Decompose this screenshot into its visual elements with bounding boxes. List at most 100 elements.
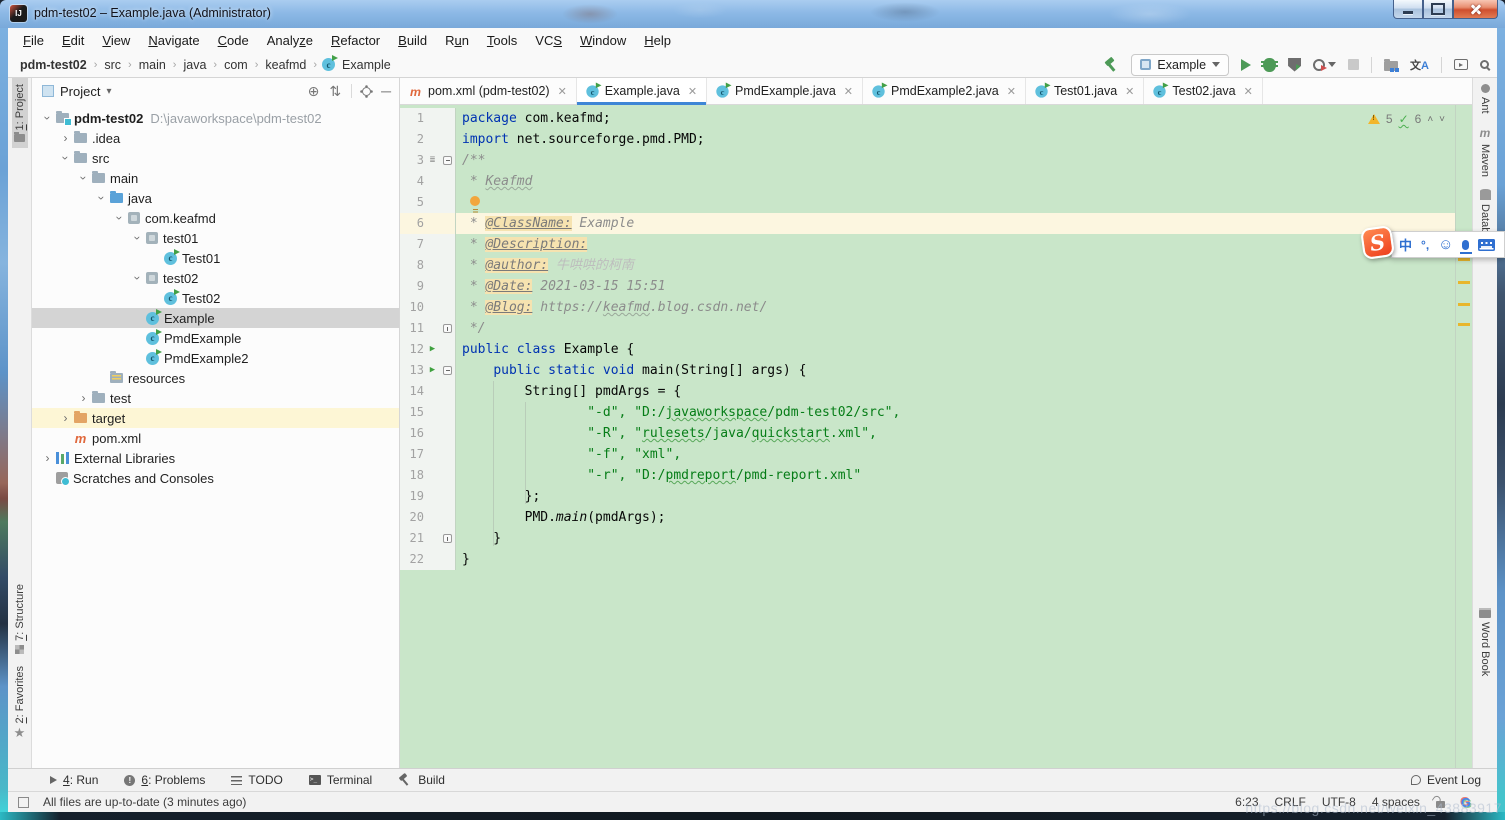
- ime-emoji-icon[interactable]: ☺: [1438, 236, 1453, 253]
- tool-stripe-word-book[interactable]: Word Book: [1477, 602, 1493, 682]
- fold-end-icon[interactable]: [441, 534, 454, 543]
- code-text[interactable]: * @Blog: https://keafmd.blog.csdn.net/: [456, 297, 1455, 318]
- tree-item--idea[interactable]: ›.idea: [32, 128, 399, 148]
- menu-run[interactable]: Run: [436, 31, 478, 50]
- build-project-icon[interactable]: [1103, 57, 1119, 73]
- menu-help[interactable]: Help: [635, 31, 680, 50]
- tab-test02-java[interactable]: cTest02.java✕: [1144, 78, 1262, 104]
- tree-item-test02[interactable]: cTest02: [32, 288, 399, 308]
- code-text[interactable]: public static void main(String[] args) {: [456, 360, 1455, 381]
- tab-pmdexample2-java[interactable]: cPmdExample2.java✕: [863, 78, 1026, 104]
- code-text[interactable]: public class Example {: [456, 339, 1455, 360]
- code-line-17[interactable]: 17 "-f", "xml",: [400, 444, 1455, 465]
- breadcrumb-item-java[interactable]: java: [181, 58, 208, 72]
- chevron-expanded-icon[interactable]: ›: [131, 273, 145, 284]
- line-ending-widget[interactable]: CRLF: [1275, 795, 1306, 809]
- chevron-expanded-icon[interactable]: ›: [59, 153, 73, 164]
- code-text[interactable]: }: [456, 549, 1455, 570]
- tool-stripe-maven[interactable]: mMaven: [1477, 120, 1493, 183]
- code-text[interactable]: package com.keafmd;: [456, 108, 1455, 129]
- code-text[interactable]: * @ClassName: Example: [456, 213, 1455, 234]
- breadcrumb-item-src[interactable]: src: [102, 58, 123, 72]
- menu-build[interactable]: Build: [389, 31, 436, 50]
- close-icon[interactable]: ✕: [1125, 85, 1134, 98]
- code-line-7[interactable]: 7 * @Description:: [400, 234, 1455, 255]
- editor[interactable]: 1package com.keafmd;2import net.sourcefo…: [400, 105, 1472, 768]
- breadcrumb-item-pdm-test02[interactable]: pdm-test02: [18, 58, 89, 72]
- gear-icon[interactable]: [362, 87, 371, 96]
- code-line-15[interactable]: 15 "-d", "D:/javaworkspace/pdm-test02/sr…: [400, 402, 1455, 423]
- chevron-expanded-icon[interactable]: ›: [131, 233, 145, 244]
- chevron-collapsed-icon[interactable]: ›: [60, 131, 71, 145]
- ime-keyboard-icon[interactable]: [1478, 239, 1495, 251]
- google-translate-icon[interactable]: G: [1461, 795, 1471, 810]
- restore-button[interactable]: [1423, 0, 1453, 19]
- tab-pom-xml-pdm-test02-[interactable]: mpom.xml (pdm-test02)✕: [400, 78, 577, 104]
- indent-widget[interactable]: 4 spaces: [1372, 795, 1420, 809]
- code-line-20[interactable]: 20 PMD.main(pmdArgs);: [400, 507, 1455, 528]
- tree-item-target[interactable]: ›target: [32, 408, 399, 428]
- menu-edit[interactable]: Edit: [53, 31, 93, 50]
- ime-punctuation-icon[interactable]: °,: [1421, 238, 1429, 252]
- menu-refactor[interactable]: Refactor: [322, 31, 389, 50]
- hide-panel-icon[interactable]: ─: [381, 83, 391, 99]
- run-gutter-icon[interactable]: ▶: [424, 345, 441, 354]
- tree-item-main[interactable]: ›main: [32, 168, 399, 188]
- code-text[interactable]: "-R", "rulesets/java/quickstart.xml",: [456, 423, 1455, 444]
- tree-item-test02[interactable]: ›test02: [32, 268, 399, 288]
- menu-code[interactable]: Code: [209, 31, 258, 50]
- code-line-5[interactable]: 5: [400, 192, 1455, 213]
- close-icon[interactable]: ✕: [558, 85, 567, 98]
- tab-test01-java[interactable]: cTest01.java✕: [1026, 78, 1144, 104]
- tree-item-com-keafmd[interactable]: ›com.keafmd: [32, 208, 399, 228]
- event-log-button[interactable]: Event Log: [1411, 773, 1481, 787]
- close-icon[interactable]: ✕: [1244, 85, 1253, 98]
- tree-item-pmdexample[interactable]: cPmdExample: [32, 328, 399, 348]
- menu-file[interactable]: File: [14, 31, 53, 50]
- sogou-ime-logo[interactable]: S: [1360, 225, 1395, 260]
- ime-microphone-icon[interactable]: [1462, 240, 1469, 250]
- next-issue-icon[interactable]: ˅: [1439, 114, 1445, 125]
- code-line-22[interactable]: 22}: [400, 549, 1455, 570]
- menu-analyze[interactable]: Analyze: [258, 31, 322, 50]
- code-line-9[interactable]: 9 * @Date: 2021-03-15 15:51: [400, 276, 1455, 297]
- chevron-expanded-icon[interactable]: ›: [113, 213, 127, 224]
- warning-tick[interactable]: [1458, 323, 1470, 326]
- prev-issue-icon[interactable]: ˄: [1427, 114, 1433, 125]
- code-text[interactable]: PMD.main(pmdArgs);: [456, 507, 1455, 528]
- warning-tick[interactable]: [1458, 258, 1470, 261]
- debug-button[interactable]: [1263, 58, 1276, 72]
- menu-tools[interactable]: Tools: [478, 31, 526, 50]
- chevron-collapsed-icon[interactable]: ›: [42, 451, 53, 465]
- tree-item-java[interactable]: ›java: [32, 188, 399, 208]
- code-text[interactable]: "-f", "xml",: [456, 444, 1455, 465]
- project-structure-icon[interactable]: [1384, 61, 1398, 71]
- breadcrumb-item-keafmd[interactable]: keafmd: [263, 58, 308, 72]
- tree-item-pom-xml[interactable]: mpom.xml: [32, 428, 399, 448]
- code-line-12[interactable]: 12▶public class Example {: [400, 339, 1455, 360]
- code-line-19[interactable]: 19 };: [400, 486, 1455, 507]
- locate-file-icon[interactable]: ⊕: [308, 83, 320, 100]
- tool-stripe-ant[interactable]: Ant: [1477, 78, 1493, 120]
- run-gutter-icon[interactable]: ▶: [424, 366, 441, 375]
- close-icon[interactable]: ✕: [844, 85, 853, 98]
- code-text[interactable]: /**: [456, 150, 1455, 171]
- tool-stripe-7-structure[interactable]: 7: Structure: [12, 578, 28, 660]
- readonly-lock-icon[interactable]: [1436, 801, 1445, 808]
- code-line-1[interactable]: 1package com.keafmd;: [400, 108, 1455, 129]
- breadcrumb-item-Example[interactable]: Example: [340, 58, 393, 72]
- run-config-select[interactable]: Example: [1131, 54, 1229, 76]
- caret-position-widget[interactable]: 6:23: [1235, 795, 1258, 809]
- intention-bulb-icon[interactable]: [470, 196, 480, 206]
- code-text[interactable]: "-d", "D:/javaworkspace/pdm-test02/src",: [456, 402, 1455, 423]
- reformat-icon[interactable]: ≣: [424, 156, 441, 165]
- code-text[interactable]: };: [456, 486, 1455, 507]
- code-text[interactable]: * @Description:: [456, 234, 1455, 255]
- chevron-expanded-icon[interactable]: ›: [41, 113, 55, 124]
- error-stripe[interactable]: [1455, 105, 1472, 768]
- tool-stripe-2-favorites[interactable]: 2: Favorites★: [12, 660, 28, 743]
- collapse-all-icon[interactable]: ⇅: [329, 83, 341, 100]
- run-button[interactable]: [1241, 59, 1251, 71]
- inspection-widget[interactable]: 5 ✓ 6 ˄ ˅: [1368, 112, 1445, 126]
- tool-stripe-1-project[interactable]: 1: Project: [12, 78, 28, 148]
